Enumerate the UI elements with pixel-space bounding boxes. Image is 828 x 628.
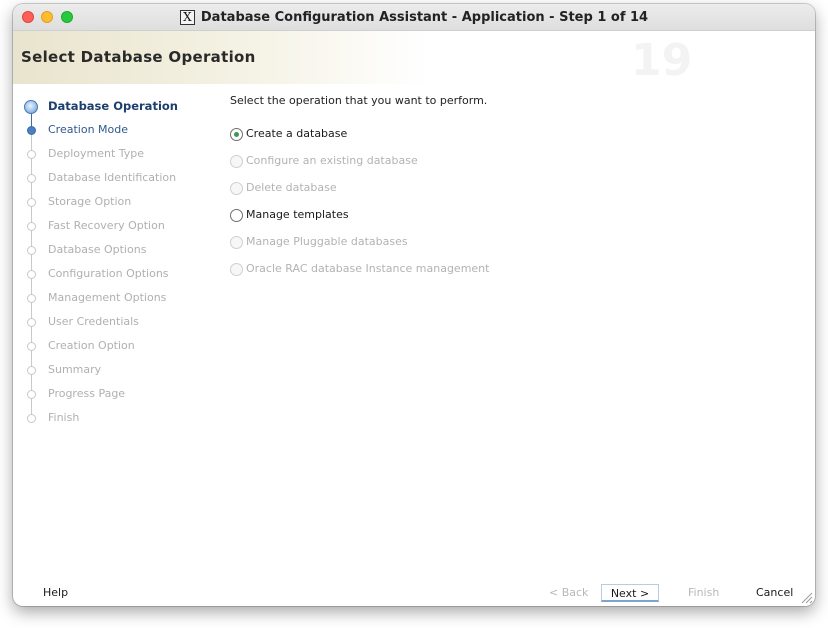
option-label: Delete database <box>246 181 337 194</box>
step-indicator-icon <box>24 100 38 114</box>
option-radio <box>230 182 243 195</box>
option-label: Create a database <box>246 127 348 140</box>
operation-option: Configure an existing database <box>230 152 550 172</box>
step-indicator-icon <box>27 198 36 207</box>
finish-button[interactable]: Finish <box>688 584 719 602</box>
step-indicator-icon <box>27 222 36 231</box>
step-indicator-icon <box>27 246 36 255</box>
version-watermark: 19 <box>631 35 693 86</box>
title-bar[interactable]: X Database Configuration Assistant - App… <box>13 4 815 31</box>
cancel-button[interactable]: Cancel <box>756 584 793 602</box>
dbca-window: X Database Configuration Assistant - App… <box>13 4 815 606</box>
operation-option: Oracle RAC database Instance management <box>230 260 550 280</box>
nav-step-item: Storage Option <box>13 192 213 216</box>
step-indicator-icon <box>27 366 36 375</box>
operation-option[interactable]: Manage templates <box>230 206 550 226</box>
nav-step-item: Finish <box>13 408 213 432</box>
nav-step-label: Summary <box>48 363 102 376</box>
nav-step-label: Progress Page <box>48 387 126 400</box>
back-button[interactable]: < Back <box>549 584 588 602</box>
operation-prompt: Select the operation that you want to pe… <box>230 94 488 107</box>
nav-step-item[interactable]: Database Operation <box>13 96 213 120</box>
next-button[interactable]: Next > <box>601 584 659 602</box>
operation-option: Delete database <box>230 179 550 199</box>
help-button[interactable]: Help <box>43 584 68 602</box>
nav-step-item: Progress Page <box>13 384 213 408</box>
step-indicator-icon <box>27 318 36 327</box>
step-navigation: Database Operation Creation Mode Deploymen… <box>13 96 213 426</box>
x11-icon: X <box>179 9 195 25</box>
nav-step-item: User Credentials <box>13 312 213 336</box>
step-indicator-icon <box>27 174 36 183</box>
title-wrap: X Database Configuration Assistant - App… <box>13 4 815 30</box>
nav-step-item: Management Options <box>13 288 213 312</box>
step-indicator-icon <box>27 390 36 399</box>
option-radio <box>230 155 243 168</box>
option-label: Manage Pluggable databases <box>246 235 408 248</box>
operation-option: Manage Pluggable databases <box>230 233 550 253</box>
option-radio[interactable] <box>230 128 243 141</box>
operation-option[interactable]: Create a database <box>230 125 550 145</box>
step-indicator-icon <box>27 150 36 159</box>
nav-step-item: Database Options <box>13 240 213 264</box>
nav-step-label: Storage Option <box>48 195 132 208</box>
nav-step-label: Database Identification <box>48 171 177 184</box>
nav-step-item: Fast Recovery Option <box>13 216 213 240</box>
nav-step-item: Deployment Type <box>13 144 213 168</box>
step-indicator-icon <box>27 126 36 135</box>
nav-step-label: Deployment Type <box>48 147 145 160</box>
nav-step-label: Configuration Options <box>48 267 169 280</box>
option-label: Manage templates <box>246 208 349 221</box>
page-header: Select Database Operation 19 <box>13 31 815 86</box>
nav-step-label: Creation Mode <box>48 123 129 136</box>
window-title: Database Configuration Assistant - Appli… <box>200 9 649 25</box>
nav-step-item: Summary <box>13 360 213 384</box>
nav-step-item: Creation Option <box>13 336 213 360</box>
nav-step-label: Creation Option <box>48 339 135 352</box>
option-radio <box>230 236 243 249</box>
step-indicator-icon <box>27 270 36 279</box>
option-radio <box>230 263 243 276</box>
nav-step-label: Fast Recovery Option <box>48 219 165 232</box>
step-indicator-icon <box>27 294 36 303</box>
page-title: Select Database Operation <box>21 48 256 66</box>
nav-step-label: User Credentials <box>48 315 139 328</box>
step-indicator-icon <box>27 342 36 351</box>
resize-grip-icon[interactable] <box>799 590 813 604</box>
nav-step-label: Database Options <box>48 243 147 256</box>
step-indicator-icon <box>27 414 36 423</box>
nav-step-item: Configuration Options <box>13 264 213 288</box>
option-radio[interactable] <box>230 209 243 222</box>
nav-step-label: Database Operation <box>48 99 178 113</box>
nav-step-item: Database Identification <box>13 168 213 192</box>
nav-step-label: Finish <box>48 411 80 424</box>
option-label: Oracle RAC database Instance management <box>246 262 490 275</box>
option-label: Configure an existing database <box>246 154 418 167</box>
nav-step-label: Management Options <box>48 291 167 304</box>
nav-step-item[interactable]: Creation Mode <box>13 120 213 144</box>
